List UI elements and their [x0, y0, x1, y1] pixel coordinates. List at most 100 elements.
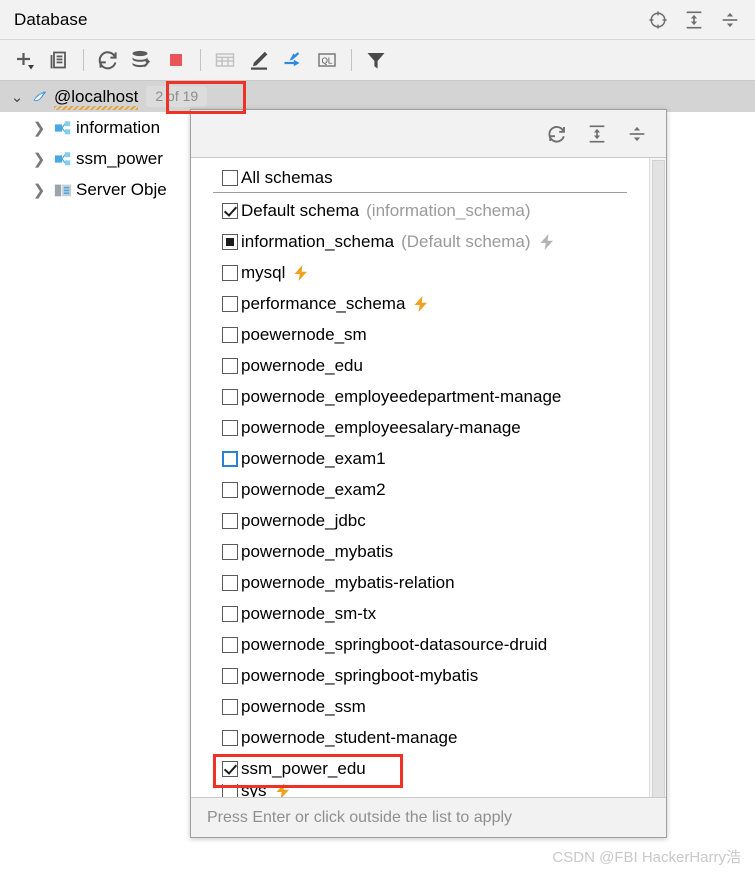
schema-checkbox[interactable]	[222, 667, 238, 684]
schema-checkbox[interactable]	[222, 233, 238, 250]
schema-checkbox[interactable]	[222, 419, 238, 436]
filter-button[interactable]	[359, 43, 393, 77]
data-source-properties-button[interactable]	[125, 43, 159, 77]
svg-text:QL: QL	[322, 57, 333, 66]
schema-count-badge[interactable]: 2 of 19	[146, 86, 208, 107]
schema-list-item[interactable]: powernode_sm-tx	[191, 598, 649, 629]
schema-label: powernode_mybatis	[241, 541, 394, 561]
schema-list-item[interactable]: powernode_student-manage	[191, 722, 649, 753]
tool-window-titlebar: Database	[0, 0, 755, 40]
vertical-scrollbar[interactable]	[649, 158, 666, 797]
schema-checkbox[interactable]	[222, 388, 238, 405]
schema-checkbox[interactable]	[222, 357, 238, 374]
copy-button[interactable]	[42, 43, 76, 77]
toolbar-separator	[200, 49, 201, 71]
schema-checkbox[interactable]	[222, 698, 238, 715]
schema-list-item[interactable]: information_schema (Default schema)	[191, 226, 649, 257]
chevron-down-icon[interactable]: ⌄	[6, 88, 28, 106]
footer-hint: Press Enter or click outside the list to…	[207, 808, 513, 826]
scroll-from-source-icon[interactable]	[647, 9, 669, 31]
schema-checkbox[interactable]	[222, 729, 238, 746]
schema-list-item[interactable]: powernode_ssm	[191, 691, 649, 722]
schema-label: powernode_springboot-mybatis	[241, 665, 479, 685]
tree-label-server-objects: Server Obje	[76, 179, 167, 199]
schema-list-item[interactable]: powernode_springboot-mybatis	[191, 660, 649, 691]
schema-list-item[interactable]: powernode_exam2	[191, 474, 649, 505]
schema-label: powernode_jdbc	[241, 510, 366, 530]
schema-checkbox[interactable]	[222, 295, 238, 312]
scrollbar-thumb[interactable]	[652, 160, 665, 797]
lightning-bolt-icon	[293, 264, 309, 282]
schema-checkbox[interactable]	[222, 605, 238, 622]
tree-label-ssm-power: ssm_power	[76, 148, 163, 168]
schema-label: sys	[241, 784, 267, 797]
schema-checkbox[interactable]	[222, 512, 238, 529]
schema-list-item[interactable]: powernode_exam1	[191, 443, 649, 474]
refresh-button[interactable]	[91, 43, 125, 77]
stop-button[interactable]	[159, 43, 193, 77]
schema-label: mysql	[241, 262, 286, 282]
chevron-right-icon[interactable]: ❯	[28, 119, 50, 137]
lightning-bolt-icon	[275, 784, 291, 797]
schema-list[interactable]: All schemas Default schema (information_sc…	[191, 158, 649, 797]
schema-list-item[interactable]: powernode_jdbc	[191, 505, 649, 536]
query-console-button[interactable]: QL	[310, 43, 344, 77]
collapse-all-icon[interactable]	[626, 123, 648, 145]
chevron-right-icon[interactable]: ❯	[28, 181, 50, 199]
chevron-right-icon[interactable]: ❯	[28, 150, 50, 168]
schema-checkbox[interactable]	[222, 326, 238, 343]
schema-checkbox[interactable]	[222, 264, 238, 281]
schema-label: performance_schema	[241, 293, 406, 313]
popup-header	[191, 110, 666, 158]
schema-checkbox[interactable]	[222, 481, 238, 498]
jump-to-button[interactable]	[276, 43, 310, 77]
mysql-dolphin-icon	[28, 88, 54, 106]
schema-label: information_schema	[241, 231, 395, 251]
lightning-bolt-icon	[539, 233, 555, 251]
schema-list-item[interactable]: Default schema (information_schema)	[191, 195, 649, 226]
tree-row-datasource[interactable]: ⌄ @localhost 2 of 19	[0, 81, 755, 112]
schema-list-item[interactable]: sys	[191, 784, 649, 797]
schema-checkbox[interactable]	[222, 784, 238, 797]
titlebar-actions	[647, 9, 741, 31]
schema-icon	[50, 119, 76, 137]
schema-list-item[interactable]: ssm_power_edu	[191, 753, 649, 784]
schema-list-item[interactable]: powernode_employeesalary-manage	[191, 412, 649, 443]
schema-chooser-popup: All schemas Default schema (information_sc…	[190, 109, 667, 838]
schema-checkbox[interactable]	[222, 202, 238, 219]
schema-list-item[interactable]: poewernode_sm	[191, 319, 649, 350]
schema-checkbox[interactable]	[222, 543, 238, 560]
schema-list-item[interactable]: powernode_mybatis-relation	[191, 567, 649, 598]
schema-list-item[interactable]: All schemas	[213, 164, 627, 193]
schema-label: powernode_sm-tx	[241, 603, 377, 623]
refresh-icon[interactable]	[546, 123, 568, 145]
schema-label: powernode_student-manage	[241, 727, 458, 747]
schema-checkbox[interactable]	[222, 636, 238, 653]
schema-label: powernode_springboot-datasource-druid	[241, 634, 548, 654]
schema-label: powernode_mybatis-relation	[241, 572, 455, 592]
schema-list-item[interactable]: mysql	[191, 257, 649, 288]
toolbar-separator	[351, 49, 352, 71]
collapse-all-icon[interactable]	[719, 9, 741, 31]
tree-label-information-schema: information	[76, 117, 161, 137]
schema-label: powernode_exam1	[241, 448, 386, 468]
database-toolbar: QL	[0, 40, 755, 81]
expand-all-icon[interactable]	[586, 123, 608, 145]
schema-list-item[interactable]: powernode_mybatis	[191, 536, 649, 567]
server-objects-icon	[50, 181, 76, 199]
schema-label: All schemas	[241, 168, 333, 187]
schema-list-item[interactable]: powernode_springboot-datasource-druid	[191, 629, 649, 660]
schema-checkbox[interactable]	[222, 760, 238, 777]
schema-checkbox[interactable]	[222, 450, 238, 467]
schema-checkbox[interactable]	[222, 170, 238, 186]
page-title: Database	[14, 9, 88, 29]
tree-label-datasource: @localhost	[54, 86, 139, 110]
schema-checkbox[interactable]	[222, 574, 238, 591]
modify-button[interactable]	[242, 43, 276, 77]
add-button[interactable]	[8, 43, 42, 77]
expand-all-icon[interactable]	[683, 9, 705, 31]
open-table-button[interactable]	[208, 43, 242, 77]
schema-list-item[interactable]: powernode_edu	[191, 350, 649, 381]
schema-list-item[interactable]: performance_schema	[191, 288, 649, 319]
schema-list-item[interactable]: powernode_employeedepartment-manage	[191, 381, 649, 412]
